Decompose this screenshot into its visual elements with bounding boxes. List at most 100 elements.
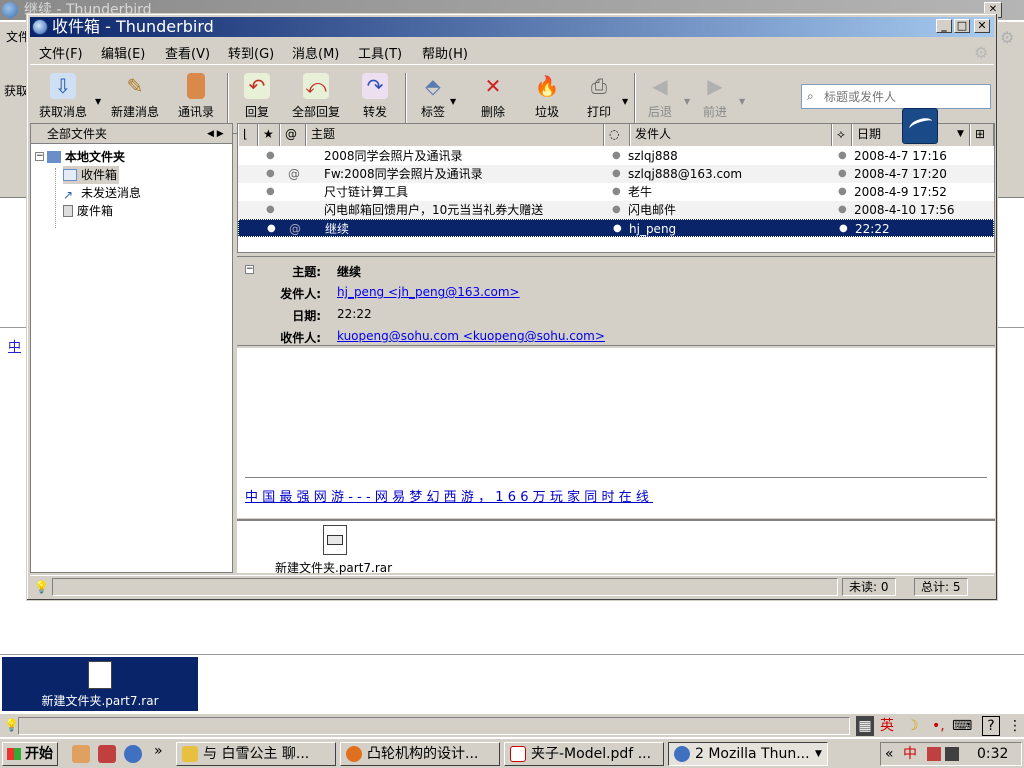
menu-edit[interactable]: 编辑(E) [101,43,145,62]
ime-more-icon[interactable]: ⋮ [1008,716,1022,736]
tag-button[interactable]: ⬘ 标签 [413,71,453,127]
chevron-down-icon[interactable]: ▼ [622,97,628,106]
task-pdf[interactable]: 夹子-Model.pdf ... [504,742,664,766]
menu-file[interactable]: 文件(F) [39,43,83,62]
search-box[interactable]: ⌕ [801,84,991,109]
junk-status-icon: ● [838,186,847,197]
chevron-down-icon[interactable]: ▼ [684,97,690,106]
tray-expand-icon[interactable]: « [885,743,894,765]
menubar: 文件(F) 编辑(E) 查看(V) 转到(G) 消息(M) 工具(T) 帮助(H… [30,39,994,63]
attachment-name[interactable]: 新建文件夹.part7.rar [275,559,392,576]
table-row[interactable]: ● 2008同学会照片及通讯录 ● szlqj888 ● 2008-4-7 17… [238,147,994,165]
ime-help-icon[interactable]: ? [982,716,1000,736]
menu-view[interactable]: 查看(V) [165,43,210,62]
ime-moon-icon[interactable]: ☽ [906,716,919,736]
column-junk[interactable]: ⟡ [832,124,852,146]
delete-button[interactable]: ✕ 删除 [473,71,513,127]
task-thunderbird[interactable]: 2 Mozilla Thun... ▼ [668,742,828,766]
flame-icon: 🔥 [534,74,560,98]
window-titlebar[interactable]: 收件箱 - Thunderbird _ □ ✕ [30,17,994,37]
message-to-link[interactable]: kuopeng@sohu.com <kuopeng@sohu.com> [337,329,605,343]
background-get-button[interactable]: 获取 [4,82,28,99]
pencil-icon: ✎ [126,74,144,98]
new-message-button[interactable]: ✎ 新建消息 [105,71,165,127]
gear-icon: ⚙ [1000,28,1015,47]
status-text-well [18,717,850,735]
folder-view-arrows[interactable]: ◀ ▶ [207,124,224,144]
folder-pane-header[interactable]: 全部文件夹 ◀ ▶ [31,124,232,144]
column-star[interactable]: ★ [258,124,280,146]
menu-go[interactable]: 转到(G) [228,43,274,62]
chevron-down-icon[interactable]: ▼ [739,97,745,106]
search-input[interactable] [824,88,984,106]
divider [0,654,1024,655]
folder-unsent[interactable]: ↗ 未发送消息 [63,184,141,202]
quicklaunch-box-icon[interactable] [98,745,116,763]
folder-trash[interactable]: 废件箱 [63,202,113,220]
menu-help[interactable]: 帮助(H) [422,43,468,62]
horizontal-rule [245,477,987,479]
quicklaunch-thunderbird-icon[interactable] [124,745,142,763]
folder-inbox[interactable]: 收件箱 [63,166,120,184]
get-messages-button[interactable]: ⇩ 获取消息 [33,71,93,127]
tree-collapse-icon[interactable]: − [35,152,44,161]
ime-keyboard-icon[interactable]: ⌨ [952,716,972,736]
column-picker[interactable]: ⊞ [970,124,994,146]
task-firefox[interactable]: 凸轮机构的设计... [340,742,500,766]
table-row-selected[interactable]: ● @ 继续 ● hj_peng ● 22:22 [238,219,994,237]
reply-all-button[interactable]: ⤺ 全部回复 [286,71,346,127]
read-dot-icon: ● [266,150,275,161]
menu-message[interactable]: 消息(M) [292,43,339,62]
message-from-link[interactable]: hj_peng <jh_peng@163.com> [337,285,520,299]
background-link[interactable]: 中 [8,336,21,355]
ime-lang-toggle[interactable]: 英 [880,716,894,736]
read-dot-icon: ● [266,204,275,215]
column-sender[interactable]: 发件人 [630,124,832,146]
tray-network-icon[interactable] [945,747,959,761]
print-button[interactable]: ⎙ 打印 [579,71,619,127]
thunderbird-icon [32,19,48,35]
column-subject[interactable]: 主题 [306,124,604,146]
read-status-icon: ● [612,168,621,179]
folder-local[interactable]: 本地文件夹 [47,148,125,166]
ime-grid-icon[interactable]: ▦ [856,716,874,736]
forward-button[interactable]: ↷ 转发 [355,71,395,127]
junk-status-icon: ● [838,204,847,215]
get-messages-label: 获取消息 [38,105,87,119]
column-thread[interactable]: ⌊ [238,124,258,146]
task-chat[interactable]: 与 白雪公主 聊... [176,742,336,766]
paperclip-icon: @ [288,167,300,181]
rar-file-icon[interactable] [323,525,347,555]
thunderbird-logo-icon [902,108,938,144]
minimize-button[interactable]: _ [936,19,952,33]
close-button[interactable]: ✕ [974,19,990,33]
table-row[interactable]: ● 闪电邮箱回馈用户，10元当当礼券大赠送 ● 闪电邮件 ● 2008-4-10… [238,201,994,219]
quicklaunch-more-icon[interactable]: » [154,743,163,759]
background-attachment[interactable]: 新建文件夹.part7.rar [2,657,198,711]
tray-app-icon[interactable] [927,747,941,761]
menu-tools[interactable]: 工具(T) [358,43,402,62]
table-row[interactable]: ● 尺寸链计算工具 ● 老牛 ● 2008-4-9 17:52 [238,183,994,201]
tray-clock: 0:32 [977,746,1009,762]
forward-nav-button[interactable]: ▶ 前进 [695,71,735,127]
back-button[interactable]: ◀ 后退 [640,71,680,127]
table-row[interactable]: ● @ Fw:2008同学会照片及通讯录 ● szlqj888@163.com … [238,165,994,183]
reply-button[interactable]: ↶ 回复 [237,71,277,127]
start-button[interactable]: 开始 [2,742,58,766]
address-book-button[interactable]: 通讯录 [171,71,221,127]
chevron-down-icon[interactable]: ▼ [450,97,456,106]
column-sender-label: 发件人 [635,127,672,141]
maximize-button[interactable]: □ [954,19,970,33]
quicklaunch-user-icon[interactable] [72,745,90,763]
rar-file-icon [88,661,112,689]
row-sender: hj_peng [629,222,677,236]
column-date-label: 日期 [857,127,882,141]
ime-punct-icon[interactable]: •, [932,716,945,736]
search-icon: ⌕ [807,89,814,103]
chevron-down-icon[interactable]: ▼ [95,97,101,106]
column-read[interactable]: ◌ [604,124,630,146]
promo-link[interactable]: 中国最强网游---网易梦幻西游，166万玩家同时在线 [245,486,653,505]
tray-ime-icon[interactable]: 中 [903,743,917,765]
column-attachment[interactable]: @ [280,124,306,146]
junk-button[interactable]: 🔥 垃圾 [527,71,567,127]
